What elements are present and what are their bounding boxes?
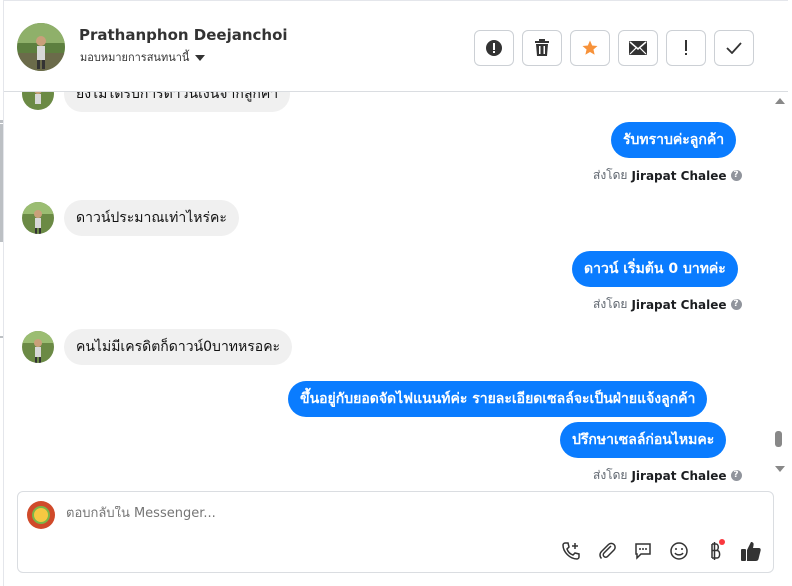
alert-circle-icon [486,40,502,56]
thumbs-up-icon [740,541,761,561]
check-icon [726,42,742,54]
message-row-incoming: ยังไม่ได้รับการดาวน์เงินจากลูกค้า [22,92,291,112]
smiley-icon [669,541,688,560]
thread-scrollbar[interactable] [772,92,786,484]
message-bubble-incoming: คนไม่มีเครดิตก็ดาวน์0บาทหรอคะ [64,329,293,365]
sent-by-label: ส่งโดย Jirapat Chalee? [593,466,742,484]
header-actions [474,30,754,66]
message-bubble-incoming: ดาวน์ประมาณเท่าไหร่คะ [64,200,239,236]
paperclip-icon [598,542,616,559]
saved-replies-button[interactable] [630,538,655,563]
message-bubble-outgoing: ดาวน์ เริ่มต้น 0 บาทค่ะ [572,251,738,287]
messenger-conversation-panel: Prathanphon Deejanchoi มอบหมายการสนทนานี… [0,0,792,586]
chevron-down-icon [195,55,206,61]
scroll-up-arrow-icon[interactable] [775,98,785,104]
mark-done-button[interactable] [714,30,754,66]
follow-up-button[interactable] [666,30,706,66]
envelope-icon [629,41,647,55]
avatar[interactable] [17,23,65,71]
chat-bubble-icon [634,542,651,560]
avatar [22,92,54,110]
sent-by-label: ส่งโดย Jirapat Chalee? [593,166,742,185]
assign-conversation-dropdown[interactable]: มอบหมายการสนทนานี้ [80,48,206,66]
contact-name: Prathanphon Deejanchoi [79,26,288,44]
exclamation-icon [685,40,687,55]
report-button[interactable] [474,30,514,66]
avatar [22,331,54,363]
reply-input[interactable] [66,506,666,521]
message-row-incoming: ดาวน์ประมาณเท่าไหร่คะ [22,200,239,236]
like-button[interactable] [738,538,763,563]
payment-button[interactable] [702,538,727,563]
message-bubble-outgoing: รับทราบค่ะลูกค้า [611,122,737,158]
star-icon [582,40,598,55]
phone-plus-icon [561,541,580,560]
composer-toolbar [558,538,763,563]
message-bubble-incoming: ยังไม่ได้รับการดาวน์เงินจากลูกค้า [64,92,291,112]
scrollbar-thumb[interactable] [775,431,782,447]
avatar [22,202,54,234]
attach-button[interactable] [594,538,619,563]
delete-button[interactable] [522,30,562,66]
message-bubble-outgoing: ปรึกษาเซลล์ก่อนไหมคะ [560,422,727,458]
sent-by-label: ส่งโดย Jirapat Chalee? [593,295,742,314]
page-avatar [27,501,55,529]
help-icon[interactable]: ? [730,170,742,181]
message-thread[interactable]: ยังไม่ได้รับการดาวน์เงินจากลูกค้า รับทรา… [4,92,772,484]
conversation-header: Prathanphon Deejanchoi มอบหมายการสนทนานี… [4,0,788,92]
mark-unread-button[interactable] [618,30,658,66]
emoji-button[interactable] [666,538,691,563]
message-row-incoming: คนไม่มีเครดิตก็ดาวน์0บาทหรอคะ [22,329,293,365]
call-button[interactable] [558,538,583,563]
assign-label: มอบหมายการสนทนานี้ [80,51,190,64]
star-button[interactable] [570,30,610,66]
notification-dot [719,539,725,545]
trash-icon [535,39,549,56]
scroll-down-arrow-icon[interactable] [775,466,785,472]
message-bubble-outgoing: ขึ้นอยู่กับยอดจัดไฟแนนท์ค่ะ รายละเอียดเซ… [288,381,708,417]
help-icon[interactable]: ? [730,299,742,310]
help-icon[interactable]: ? [730,470,742,481]
reply-composer [17,491,774,573]
